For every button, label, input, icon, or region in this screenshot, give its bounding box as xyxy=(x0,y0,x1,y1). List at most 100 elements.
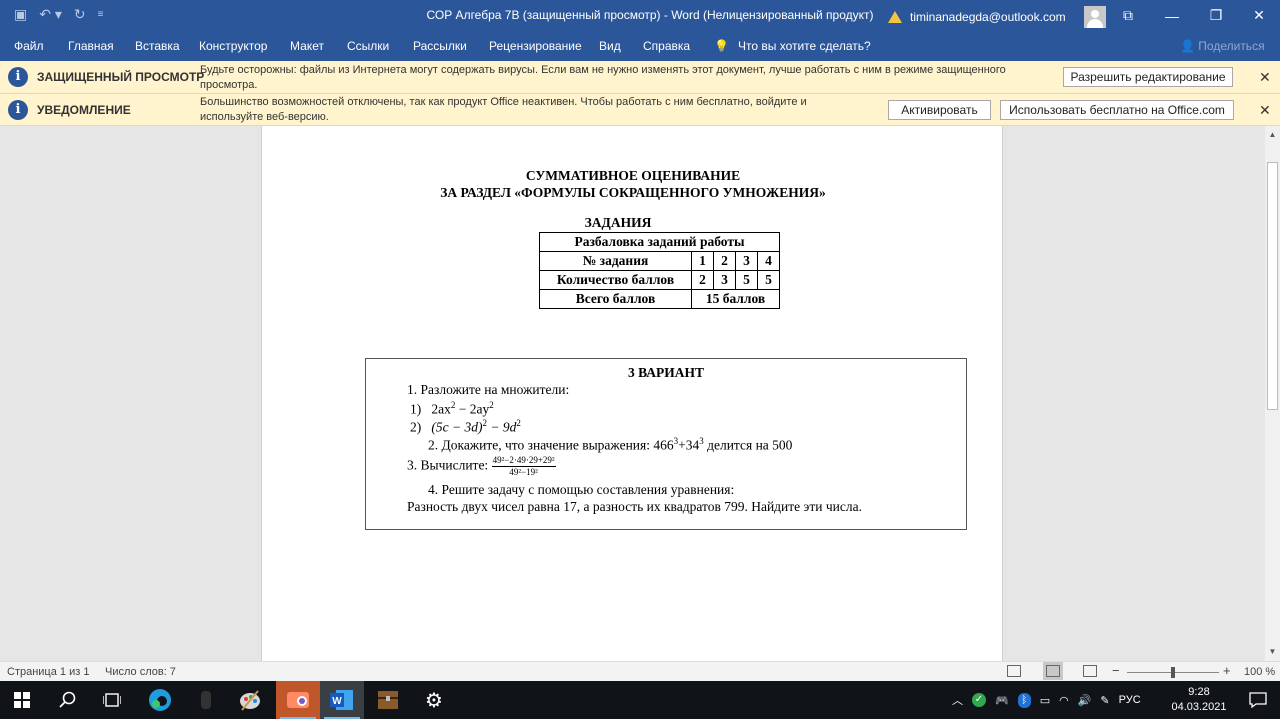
variant-title: 3 ВАРИАНТ xyxy=(627,365,705,380)
person-icon: 👤 xyxy=(1180,39,1195,53)
tab-review[interactable]: Рецензирование xyxy=(489,39,582,53)
task-2-text: +34 xyxy=(678,437,700,453)
clock[interactable]: 9:28 04.03.2021 xyxy=(1168,685,1230,715)
document-page[interactable]: СУММАТИВНОЕ ОЦЕНИВАНИЕ ЗА РАЗДЕЛ «ФОРМУЛ… xyxy=(261,126,1003,661)
zoom-slider-thumb[interactable] xyxy=(1171,667,1175,678)
task-number: 4 xyxy=(757,251,780,271)
tab-mailings[interactable]: Рассылки xyxy=(413,39,467,53)
tab-design[interactable]: Конструктор xyxy=(199,39,267,53)
app-icon[interactable] xyxy=(184,681,228,719)
task-number: 2 xyxy=(713,251,736,271)
close-window-button[interactable]: ✕ xyxy=(1237,0,1280,31)
info-icon: i xyxy=(8,100,28,120)
enable-editing-button[interactable]: Разрешить редактирование xyxy=(1063,67,1233,87)
protected-view-heading: ЗАЩИЩЕННЫЙ ПРОСМОТР xyxy=(37,70,205,84)
bluetooth-icon[interactable]: ᛒ xyxy=(1017,692,1031,708)
zoom-in-icon[interactable]: + xyxy=(1223,663,1231,678)
table-row: Количество баллов 2 3 5 5 xyxy=(539,270,780,290)
task-1-item-1: 1) 2ax2 − 2ay2 xyxy=(410,400,494,418)
clock-time: 9:28 xyxy=(1188,686,1210,698)
task-number: 1 xyxy=(691,251,714,271)
notifications-icon[interactable] xyxy=(1236,681,1280,719)
status-bar: Страница 1 из 1 Число слов: 7 − + 100 % xyxy=(0,661,1280,681)
vertical-scrollbar[interactable]: ▲ ▼ xyxy=(1265,126,1280,661)
print-layout-icon[interactable] xyxy=(1046,665,1060,677)
item-number: 1) xyxy=(410,401,422,417)
tell-me-search[interactable]: Что вы хотите сделать? xyxy=(738,39,871,53)
page-count[interactable]: Страница 1 из 1 xyxy=(7,666,89,678)
points-value: 3 xyxy=(713,270,736,290)
tab-file[interactable]: Файл xyxy=(14,39,44,53)
minimize-button[interactable]: — xyxy=(1150,0,1194,31)
minecraft-chest-icon[interactable] xyxy=(366,681,410,719)
table-row: Разбаловка заданий работы xyxy=(539,232,780,252)
share-button[interactable]: 👤 Поделиться xyxy=(1180,39,1265,53)
user-email[interactable]: timinanadegda@outlook.com xyxy=(910,10,1066,24)
search-icon[interactable] xyxy=(46,681,90,719)
notice-message: Большинство возможностей отключены, так … xyxy=(200,96,807,123)
lightbulb-icon: 💡 xyxy=(714,39,729,53)
task-1-item-2: 2) (5c − 3d)2 − 9d2 xyxy=(410,418,521,436)
close-protected-bar-icon[interactable]: ✕ xyxy=(1259,69,1271,86)
task-2-text: делится на 500 xyxy=(703,437,793,453)
settings-gear-icon[interactable]: ⚙ xyxy=(412,681,456,719)
avatar[interactable] xyxy=(1083,6,1106,28)
tab-home[interactable]: Главная xyxy=(68,39,114,53)
scroll-up-icon[interactable]: ▲ xyxy=(1267,129,1278,140)
security-check-icon[interactable]: ✓ xyxy=(972,693,986,707)
zoom-out-icon[interactable]: − xyxy=(1112,663,1120,678)
account-area[interactable]: timinanadegda@outlook.com xyxy=(888,6,1106,28)
clock-date: 04.03.2021 xyxy=(1171,701,1227,713)
points-table: Разбаловка заданий работы № задания 1 2 … xyxy=(539,232,780,309)
close-notice-bar-icon[interactable]: ✕ xyxy=(1259,102,1271,119)
task-3: 3. Вычислите: 49²−2·49·29+29² 49²−19² xyxy=(407,455,556,478)
edge-browser-icon[interactable] xyxy=(138,681,182,719)
read-mode-icon[interactable] xyxy=(1007,665,1021,677)
network-icon[interactable]: ◠ xyxy=(1059,694,1069,707)
activate-button[interactable]: Активировать xyxy=(888,100,991,120)
discord-icon[interactable]: 🎮 xyxy=(995,694,1009,707)
task-2-text: 2. Докажите, что значение выражения: 466 xyxy=(428,437,674,453)
scroll-down-icon[interactable]: ▼ xyxy=(1267,646,1278,657)
protected-view-message: Будьте осторожны: файлы из Интернета мог… xyxy=(200,64,1006,91)
web-layout-icon[interactable] xyxy=(1083,665,1097,677)
notice-bar: i УВЕДОМЛЕНИЕ Большинство возможностей о… xyxy=(0,94,1280,126)
task-3-label: 3. Вычислите: xyxy=(407,457,489,473)
tab-insert[interactable]: Вставка xyxy=(135,39,180,53)
warning-icon xyxy=(888,11,902,23)
heading-line-1: СУММАТИВНОЕ ОЦЕНИВАНИЕ xyxy=(525,168,741,183)
pen-icon[interactable]: ✎ xyxy=(1100,694,1109,707)
tab-help[interactable]: Справка xyxy=(643,39,690,53)
input-language[interactable]: РУС xyxy=(1119,694,1141,706)
task-view-icon[interactable] xyxy=(90,681,134,719)
item-number: 2) xyxy=(410,419,422,435)
tab-layout[interactable]: Макет xyxy=(290,39,324,53)
zoom-level[interactable]: 100 % xyxy=(1244,666,1275,678)
word-icon[interactable]: W xyxy=(320,681,364,719)
game-app-icon[interactable] xyxy=(276,681,320,719)
expression-part: 2ax xyxy=(431,401,451,417)
svg-text:W: W xyxy=(332,696,342,707)
fraction-denominator: 49²−19² xyxy=(509,467,538,477)
volume-icon[interactable]: 🔊 xyxy=(1078,694,1092,707)
paint-icon[interactable] xyxy=(228,681,272,719)
ribbon-tabs: Файл Главная Вставка Конструктор Макет С… xyxy=(0,31,1280,61)
task-4-text: Разность двух чисел равна 17, а разность… xyxy=(407,499,862,514)
use-free-office-com-button[interactable]: Использовать бесплатно на Office.com xyxy=(1000,100,1234,120)
table-caption: Разбаловка заданий работы xyxy=(539,232,780,252)
document-area[interactable]: СУММАТИВНОЕ ОЦЕНИВАНИЕ ЗА РАЗДЕЛ «ФОРМУЛ… xyxy=(0,126,1265,661)
task-1: 1. Разложите на множители: xyxy=(407,382,570,397)
task-2: 2. Докажите, что значение выражения: 466… xyxy=(428,436,792,454)
scrollbar-thumb[interactable] xyxy=(1267,162,1278,410)
tab-references[interactable]: Ссылки xyxy=(347,39,389,53)
restore-button[interactable]: ❐ xyxy=(1194,0,1238,31)
start-windows-icon[interactable] xyxy=(0,681,44,719)
expression-part: (5c − 3d) xyxy=(431,419,483,435)
show-hidden-icons-icon[interactable]: ︿ xyxy=(952,692,963,708)
word-count[interactable]: Число слов: 7 xyxy=(105,666,176,678)
tab-view[interactable]: Вид xyxy=(599,39,621,53)
battery-icon[interactable]: ▭ xyxy=(1040,694,1050,707)
task-number: 3 xyxy=(735,251,758,271)
ribbon-display-options-icon[interactable]: ⧉ xyxy=(1106,0,1150,31)
share-label: Поделиться xyxy=(1198,39,1265,53)
